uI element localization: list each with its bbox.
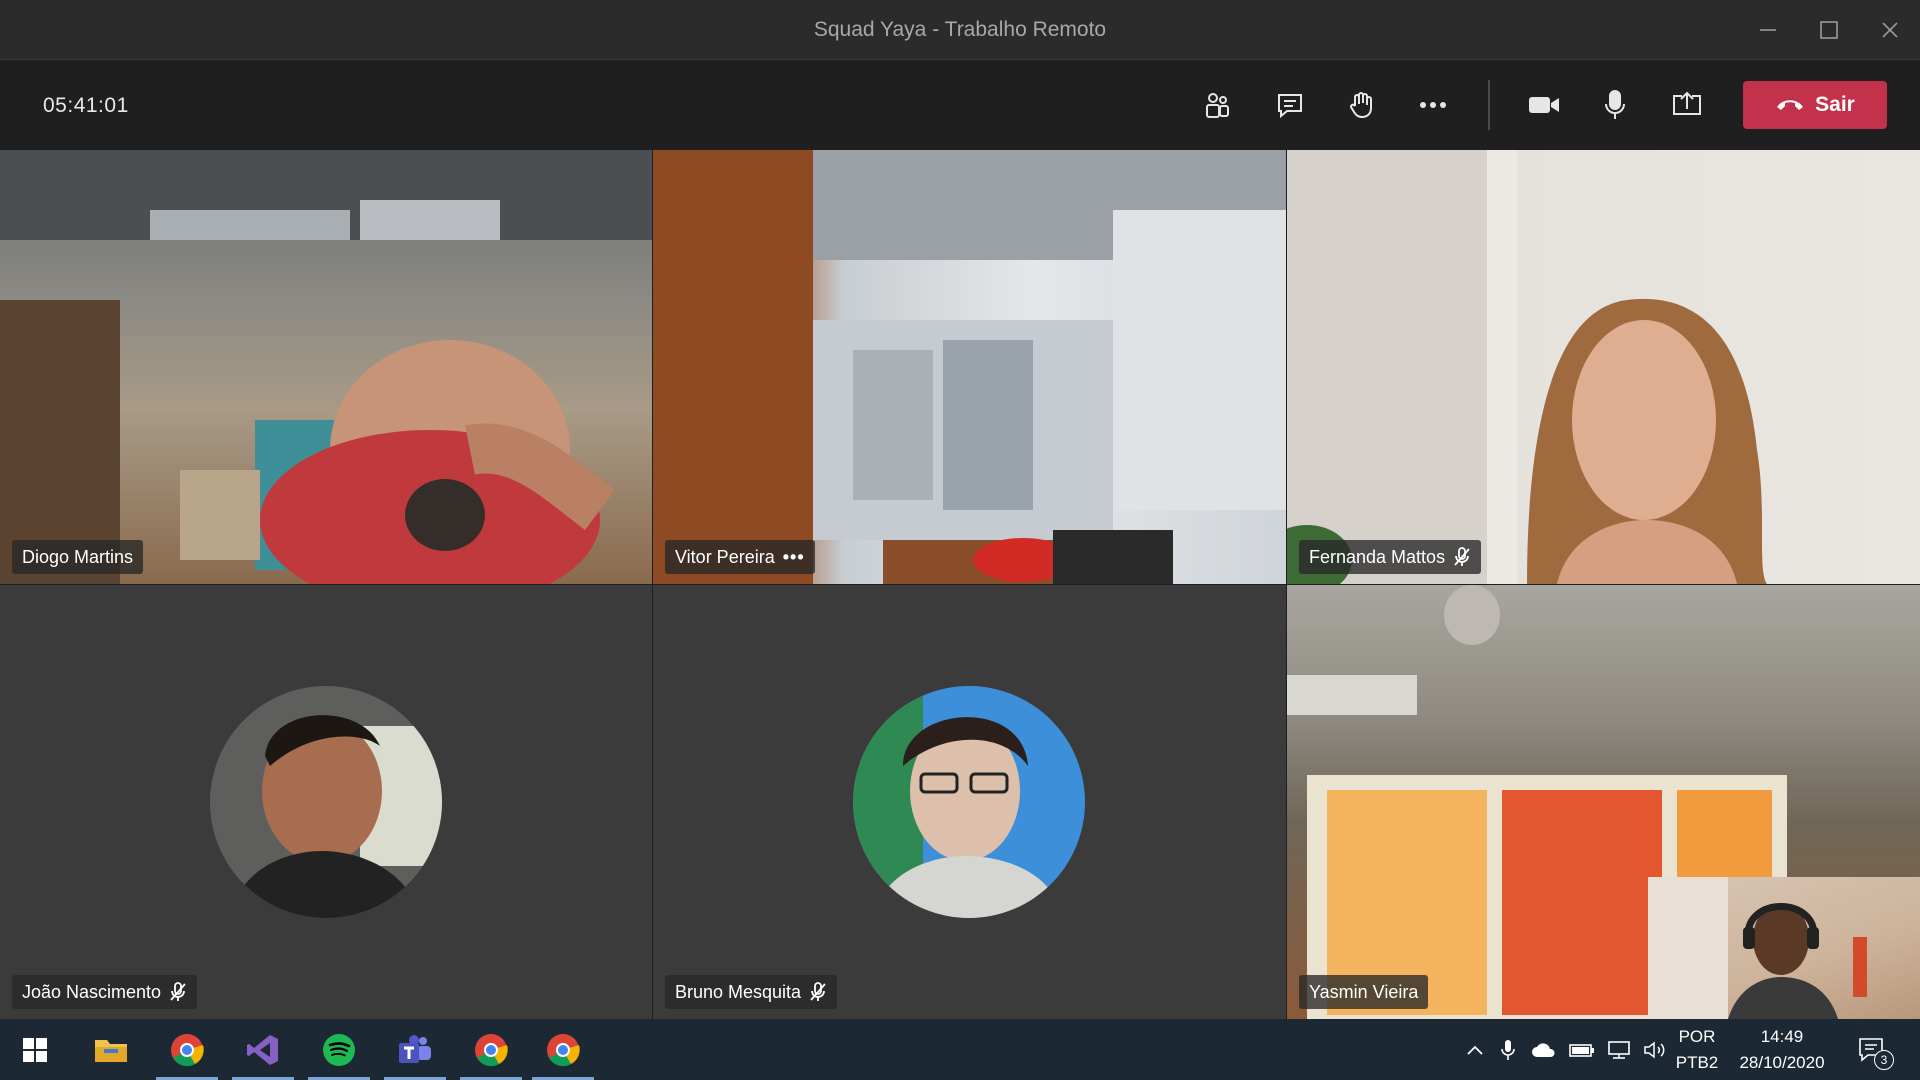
video-tile[interactable]: Fernanda Mattos <box>1287 150 1920 584</box>
action-center-button[interactable]: 3 <box>1852 1019 1894 1080</box>
share-screen-icon <box>1673 91 1701 115</box>
participant-name-label: Diogo Martins <box>12 540 144 574</box>
participant-video <box>653 150 1286 584</box>
taskbar-teams[interactable] <box>380 1019 450 1080</box>
show-hidden-icons-button[interactable] <box>1460 1019 1490 1080</box>
share-screen-button[interactable] <box>1664 82 1710 128</box>
chrome-icon <box>475 1033 508 1066</box>
taskbar-spotify[interactable] <box>304 1019 374 1080</box>
window-title: Squad Yaya - Trabalho Remoto <box>813 18 1107 41</box>
video-tile[interactable]: Vitor Pereira ••• <box>653 150 1286 584</box>
teams-icon <box>399 1034 431 1063</box>
language-code: POR <box>1678 1027 1716 1046</box>
keyboard-layout: PTB2 <box>1675 1053 1719 1072</box>
self-video-preview[interactable] <box>1648 877 1920 1019</box>
taskbar-chrome-3[interactable] <box>528 1019 598 1080</box>
chat-icon <box>1278 94 1302 119</box>
file-explorer-icon <box>95 1039 127 1062</box>
camera-icon <box>1529 97 1559 113</box>
spotify-icon <box>323 1033 355 1066</box>
maximize-icon <box>1820 21 1838 39</box>
people-icon <box>1206 93 1229 118</box>
tray-network[interactable] <box>1604 1019 1634 1080</box>
camera-toggle-button[interactable] <box>1521 82 1567 128</box>
minimize-button[interactable] <box>1738 0 1798 60</box>
teams-meeting-window: Squad Yaya - Trabalho Remoto 05:41:01 Sa… <box>0 0 1920 1080</box>
raise-hand-button[interactable] <box>1338 82 1384 128</box>
taskbar-chrome[interactable] <box>152 1019 222 1080</box>
participant-avatar <box>210 686 442 918</box>
windows-start-icon <box>23 1037 47 1062</box>
more-options-button[interactable] <box>1410 82 1456 128</box>
close-button[interactable] <box>1860 0 1920 60</box>
tray-microphone[interactable] <box>1495 1019 1521 1080</box>
toolbar-divider <box>1488 80 1490 130</box>
leave-call-label: Sair <box>1815 93 1855 116</box>
participant-name: Yasmin Vieira <box>1309 981 1419 1002</box>
microphone-muted-icon <box>810 982 826 1001</box>
call-timer: 05:41:01 <box>43 94 129 117</box>
maximize-button[interactable] <box>1799 0 1859 60</box>
participant-name-label: Vitor Pereira ••• <box>665 540 815 574</box>
participant-name: Vitor Pereira <box>675 546 775 567</box>
video-tile[interactable]: Diogo Martins <box>0 150 652 584</box>
participant-name: Bruno Mesquita <box>675 981 802 1002</box>
chevron-up-icon <box>1467 1045 1483 1055</box>
chrome-icon <box>171 1033 204 1066</box>
participant-avatar <box>853 686 1085 918</box>
chat-button[interactable] <box>1267 82 1313 128</box>
tray-volume[interactable] <box>1640 1019 1670 1080</box>
microphone-icon <box>1605 90 1625 119</box>
participant-more-options[interactable]: ••• <box>783 547 805 568</box>
meeting-toolbar: 05:41:01 Sair <box>0 60 1920 150</box>
participant-name-label: Bruno Mesquita <box>665 975 838 1009</box>
participant-video <box>0 150 652 584</box>
minimize-icon <box>1760 29 1776 31</box>
participant-name-label: Yasmin Vieira <box>1299 975 1429 1009</box>
network-icon <box>1608 1040 1630 1059</box>
participant-name: João Nascimento <box>22 981 162 1002</box>
microphone-muted-icon <box>170 982 186 1001</box>
clock-date: 28/10/2020 <box>1739 1053 1825 1072</box>
participant-name: Fernanda Mattos <box>1309 546 1446 567</box>
taskbar-file-explorer[interactable] <box>76 1019 146 1080</box>
raise-hand-icon <box>1350 92 1372 119</box>
visual-studio-icon <box>247 1034 278 1065</box>
video-tile[interactable]: Bruno Mesquita <box>653 585 1286 1019</box>
title-bar: Squad Yaya - Trabalho Remoto <box>0 0 1920 60</box>
participant-name-label: Fernanda Mattos <box>1299 540 1482 574</box>
more-options-icon <box>1420 102 1446 108</box>
microphone-muted-icon <box>1454 547 1470 566</box>
notification-count: 3 <box>1874 1050 1894 1070</box>
tray-battery[interactable] <box>1566 1019 1598 1080</box>
participant-name-label: João Nascimento <box>12 975 198 1009</box>
taskbar-clock[interactable]: 14:49 28/10/2020 <box>1727 1024 1837 1076</box>
close-icon <box>1882 22 1898 38</box>
participants-button[interactable] <box>1194 82 1240 128</box>
microphone-icon <box>1501 1039 1515 1060</box>
video-tile[interactable]: João Nascimento <box>0 585 652 1019</box>
cloud-icon <box>1532 1042 1555 1057</box>
hang-up-icon <box>1777 100 1804 110</box>
participant-name: Diogo Martins <box>22 546 134 567</box>
input-language[interactable]: POR PTB2 <box>1672 1024 1722 1076</box>
start-button[interactable] <box>0 1019 70 1080</box>
chrome-icon <box>547 1033 580 1066</box>
speaker-icon <box>1644 1040 1665 1059</box>
participant-video <box>1287 150 1767 584</box>
windows-taskbar: POR PTB2 14:49 28/10/2020 3 <box>0 1019 1920 1080</box>
leave-call-button[interactable]: Sair <box>1743 81 1887 129</box>
clock-time: 14:49 <box>1760 1027 1804 1046</box>
taskbar-chrome-2[interactable] <box>456 1019 526 1080</box>
microphone-toggle-button[interactable] <box>1592 82 1638 128</box>
tray-onedrive[interactable] <box>1528 1019 1560 1080</box>
battery-icon <box>1569 1043 1594 1057</box>
taskbar-visual-studio[interactable] <box>228 1019 298 1080</box>
